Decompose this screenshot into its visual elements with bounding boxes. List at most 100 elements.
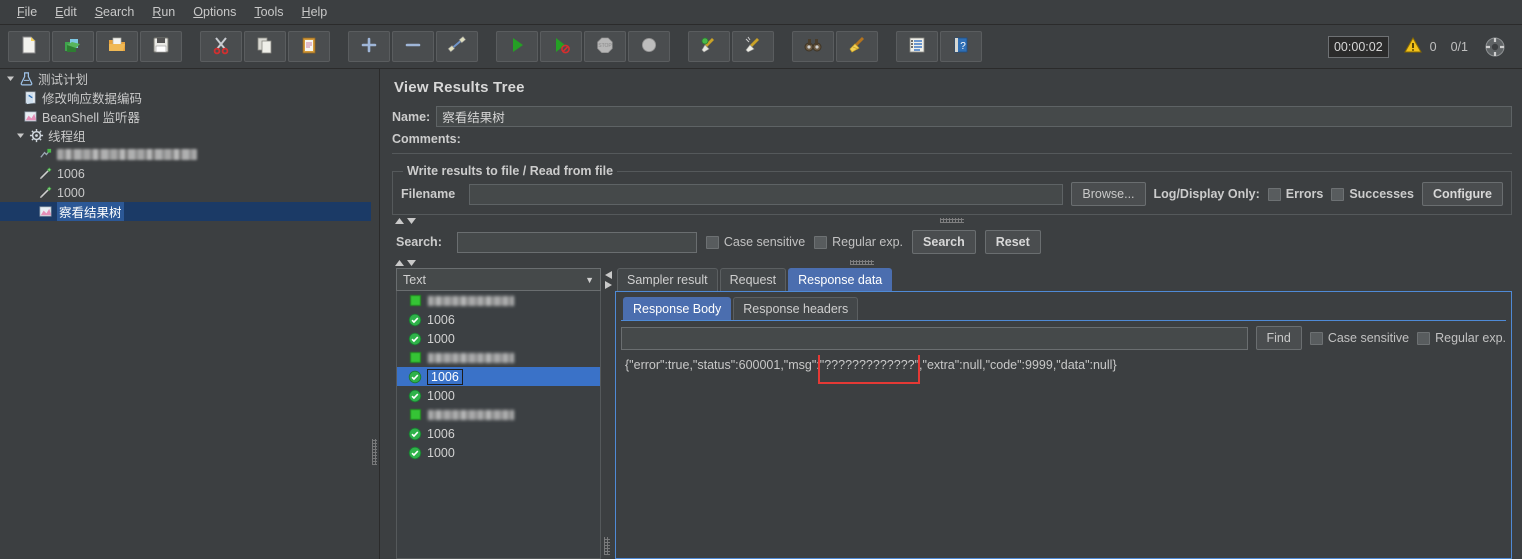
tree-node-beanshell-preprocessor[interactable]: 修改响应数据编码: [0, 88, 379, 107]
list-item-label: 1000: [427, 445, 455, 460]
tree-node-sampler-1006[interactable]: 1006: [0, 164, 379, 183]
successes-checkbox-wrap[interactable]: Successes: [1331, 187, 1414, 201]
search-reset-button[interactable]: Reset: [984, 230, 1041, 254]
results-tree-list[interactable]: 1006 1000 1006 1000 1006 1000: [396, 291, 601, 559]
list-item[interactable]: [397, 291, 600, 310]
toggle-button[interactable]: [436, 31, 478, 62]
find-regular-exp-wrap[interactable]: Regular exp.: [1417, 331, 1506, 345]
menu-item-edit[interactable]: Edit: [46, 2, 86, 22]
response-body-text[interactable]: {"error":true,"status":600001,"msg":"???…: [621, 355, 1506, 558]
menu-item-options[interactable]: Options: [184, 2, 245, 22]
copy-button[interactable]: [244, 31, 286, 62]
tree-node-beanshell-listener[interactable]: BeanShell 监听器: [0, 107, 379, 126]
tab-response-body[interactable]: Response Body: [623, 297, 732, 320]
new-button[interactable]: [8, 31, 50, 62]
tree-node-thread-group[interactable]: 线程组: [0, 126, 379, 145]
splitter-arrows[interactable]: [394, 217, 417, 225]
response-body-prefix: {"error":true,"status":600001,"msg":": [625, 358, 825, 372]
splitter-grip[interactable]: [604, 537, 610, 555]
successes-checkbox[interactable]: [1331, 187, 1345, 201]
expand-all-button[interactable]: [348, 31, 390, 62]
search-case-sensitive-wrap[interactable]: Case sensitive: [705, 235, 805, 249]
menu-item-file[interactable]: File: [8, 2, 46, 22]
splitter-grip[interactable]: [850, 260, 875, 265]
test-plan-tree[interactable]: 测试计划 修改响应数据编码 BeanShell 监听器 线程组 1006 100…: [0, 69, 380, 559]
list-item[interactable]: 1006: [397, 310, 600, 329]
splitter-grip[interactable]: [940, 218, 964, 223]
lower-splitter[interactable]: [392, 257, 1512, 268]
find-input[interactable]: [621, 326, 1248, 350]
errors-checkbox-wrap[interactable]: Errors: [1267, 187, 1323, 201]
renderer-select-value: Text: [403, 272, 426, 287]
search-submit-button[interactable]: Search: [912, 230, 976, 254]
green-square-icon: [405, 352, 425, 363]
renderer-select[interactable]: Text ▼: [396, 268, 601, 291]
results-splitter[interactable]: [601, 268, 615, 559]
menu-item-search[interactable]: Search: [86, 2, 144, 22]
name-input[interactable]: [436, 106, 1512, 127]
tree-node-test-plan[interactable]: 测试计划: [0, 69, 379, 88]
warning-indicator[interactable]: 0: [1403, 36, 1437, 57]
menu-item-run[interactable]: Run: [143, 2, 184, 22]
start-no-timers-button[interactable]: [540, 31, 582, 62]
tree-node-sampler-redacted[interactable]: [0, 145, 379, 164]
find-bar: Find Case sensitive Regular exp.: [621, 326, 1506, 355]
search-case-sensitive-checkbox[interactable]: [705, 235, 719, 249]
shutdown-button[interactable]: [628, 31, 670, 62]
menu-rest: ools: [260, 5, 284, 19]
chevron-down-icon[interactable]: ▼: [585, 275, 597, 285]
filename-input[interactable]: [469, 183, 1064, 205]
help-button[interactable]: ?: [940, 31, 982, 62]
collapse-left-arrow-icon: [604, 271, 612, 279]
collapse-all-button[interactable]: [392, 31, 434, 62]
tab-response-headers[interactable]: Response headers: [733, 297, 859, 320]
redacted-label: [57, 149, 197, 160]
reset-search-button[interactable]: [836, 31, 878, 62]
search-regular-exp-checkbox[interactable]: [814, 235, 828, 249]
search-button[interactable]: [792, 31, 834, 62]
menu-item-help[interactable]: Help: [293, 2, 337, 22]
remote-engine-icon[interactable]: [1482, 34, 1508, 60]
tab-sampler-result[interactable]: Sampler result: [617, 268, 718, 291]
open-button[interactable]: [96, 31, 138, 62]
templates-button[interactable]: [52, 31, 94, 62]
find-case-sensitive-wrap[interactable]: Case sensitive: [1309, 331, 1409, 345]
find-regular-exp-checkbox[interactable]: [1417, 331, 1431, 345]
configure-button[interactable]: Configure: [1421, 182, 1503, 206]
clear-button[interactable]: [688, 31, 730, 62]
chevron-down-icon[interactable]: [4, 74, 17, 83]
list-item[interactable]: 1000: [397, 443, 600, 462]
find-case-sensitive-checkbox[interactable]: [1309, 331, 1323, 345]
errors-checkbox[interactable]: [1267, 187, 1281, 201]
chevron-down-icon[interactable]: [14, 131, 27, 140]
list-item[interactable]: 1000: [397, 329, 600, 348]
function-helper-button[interactable]: [896, 31, 938, 62]
list-item[interactable]: 1000: [397, 386, 600, 405]
list-item[interactable]: [397, 405, 600, 424]
list-item[interactable]: 1006: [397, 424, 600, 443]
cut-button[interactable]: [200, 31, 242, 62]
find-button[interactable]: Find: [1255, 326, 1302, 350]
tree-node-sampler-1000[interactable]: 1000: [0, 183, 379, 202]
browse-button[interactable]: Browse...: [1071, 182, 1146, 206]
tab-response-data[interactable]: Response data: [788, 268, 893, 291]
list-item-selected[interactable]: 1006: [397, 367, 600, 386]
tab-request[interactable]: Request: [719, 268, 787, 291]
splitter-arrows[interactable]: [394, 259, 417, 267]
start-button[interactable]: [496, 31, 538, 62]
clear-all-button[interactable]: [732, 31, 774, 62]
upper-splitter[interactable]: [392, 215, 1512, 226]
search-input[interactable]: [456, 231, 697, 253]
splitter-arrows[interactable]: [604, 270, 613, 290]
stop-button[interactable]: STOP: [584, 31, 626, 62]
comments-input-underline[interactable]: [392, 153, 1512, 154]
menu-item-tools[interactable]: Tools: [245, 2, 292, 22]
splitter-grip[interactable]: [372, 439, 377, 465]
tree-splitter[interactable]: [371, 69, 379, 559]
menu-mnemonic: O: [193, 5, 203, 19]
paste-button[interactable]: [288, 31, 330, 62]
list-item[interactable]: [397, 348, 600, 367]
save-button[interactable]: [140, 31, 182, 62]
search-regular-exp-wrap[interactable]: Regular exp.: [814, 235, 903, 249]
tree-node-view-results-tree[interactable]: 察看结果树: [0, 202, 379, 221]
